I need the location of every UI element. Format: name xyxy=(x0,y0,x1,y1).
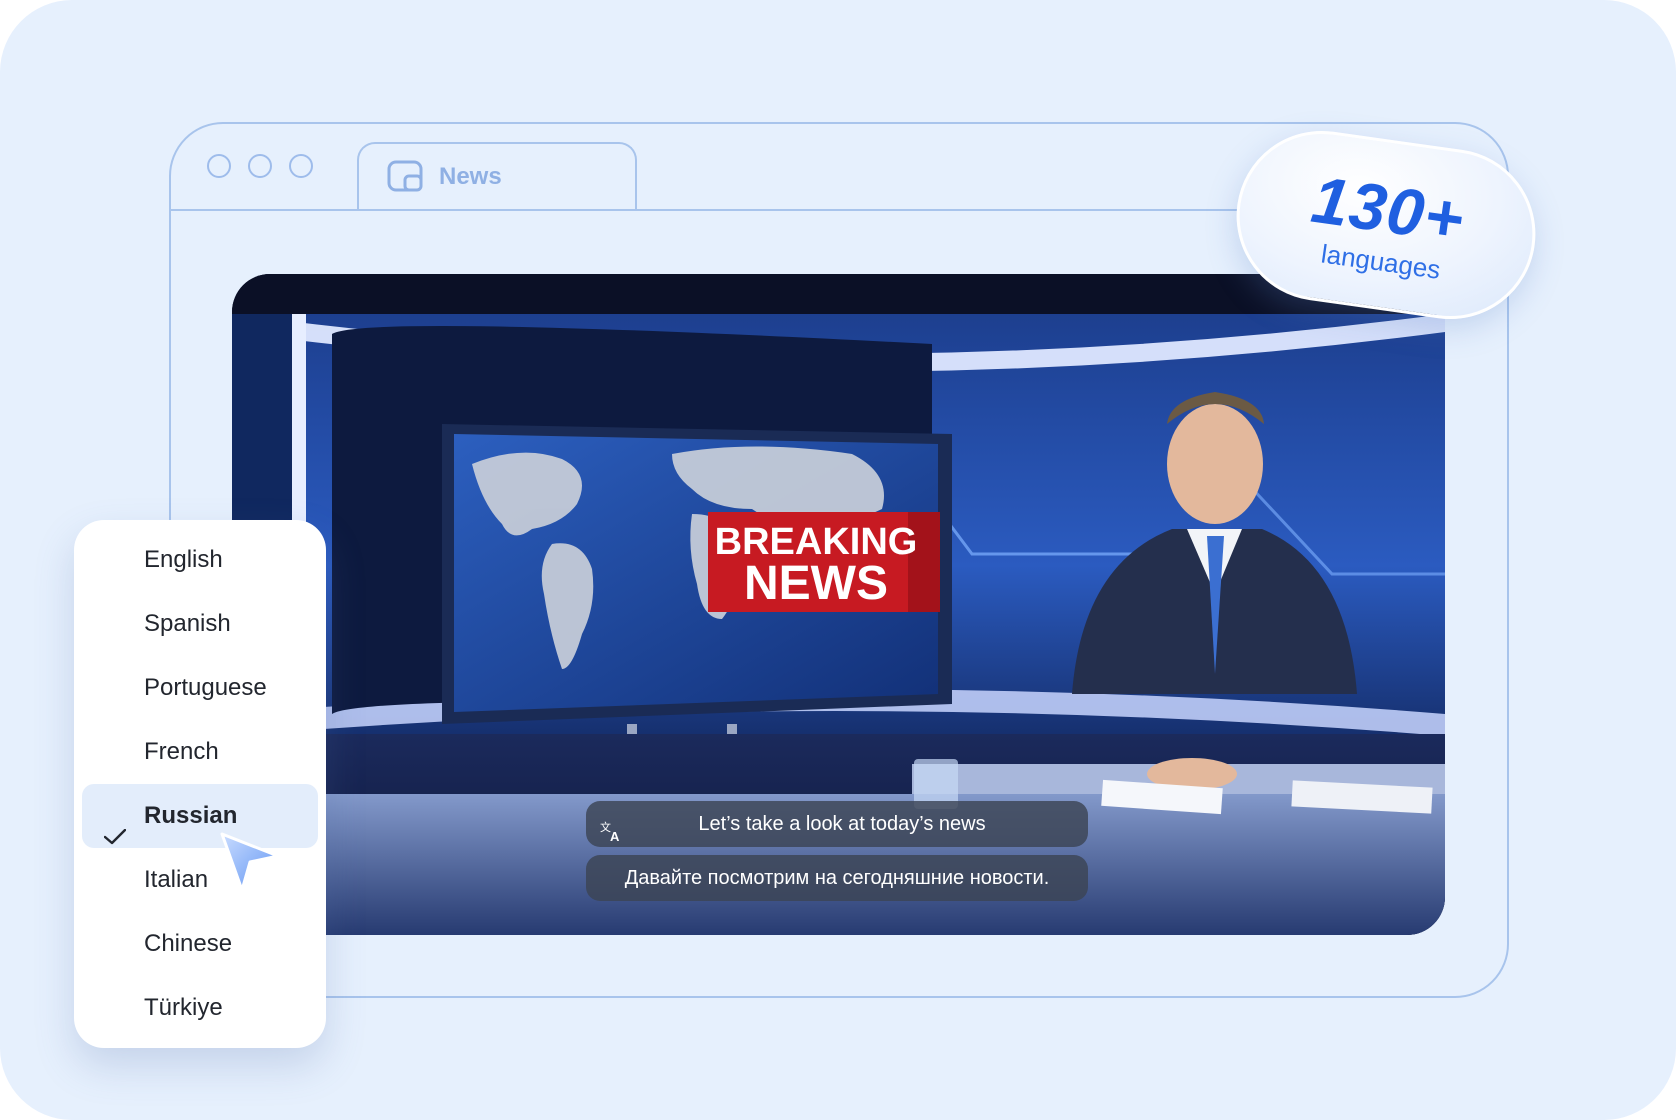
language-option-label: French xyxy=(144,738,219,765)
subtitle-translated: Давайте посмотрим на сегодняшние новости… xyxy=(586,855,1088,901)
canvas: News BREAKING NEWS 文 A Let’s take a look… xyxy=(0,0,1676,1120)
language-option-russian[interactable]: Russian xyxy=(82,784,318,848)
language-menu: English Spanish Portuguese French Russia… xyxy=(74,520,326,1048)
window-dot-maximize[interactable] xyxy=(289,154,313,178)
tab-news[interactable]: News xyxy=(357,142,637,210)
window-dot-minimize[interactable] xyxy=(248,154,272,178)
language-option-turkiye[interactable]: Türkiye xyxy=(82,976,318,1040)
language-option-label: Italian xyxy=(144,866,209,893)
language-option-spanish[interactable]: Spanish xyxy=(82,592,318,656)
language-option-french[interactable]: French xyxy=(82,720,318,784)
window-dot-close[interactable] xyxy=(207,154,231,178)
language-option-english[interactable]: English xyxy=(82,528,318,592)
pointer-cursor-icon xyxy=(220,832,280,892)
subtitle-original: 文 A Let’s take a look at today’s news xyxy=(586,801,1088,847)
language-option-label: Russian xyxy=(144,802,238,829)
language-option-label: Türkiye xyxy=(144,994,223,1021)
language-option-label: Spanish xyxy=(144,610,231,637)
tab-label: News xyxy=(439,163,502,190)
language-option-italian[interactable]: Italian xyxy=(82,848,318,912)
picture-in-picture-icon xyxy=(387,160,425,194)
language-option-chinese[interactable]: Chinese xyxy=(82,912,318,976)
subtitle-original-text: Let’s take a look at today’s news xyxy=(698,813,986,835)
language-option-portuguese[interactable]: Portuguese xyxy=(82,656,318,720)
checkmark-icon xyxy=(103,806,127,845)
language-option-label: Chinese xyxy=(144,930,233,957)
window-controls xyxy=(207,154,313,178)
banner-news: NEWS xyxy=(744,557,888,610)
language-option-label: English xyxy=(144,546,223,573)
language-option-label: Portuguese xyxy=(144,674,267,701)
